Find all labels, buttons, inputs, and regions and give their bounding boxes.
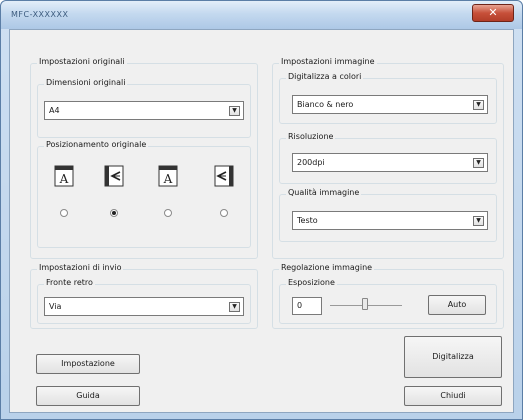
placement-radio-2[interactable] — [110, 209, 118, 217]
duplex-select[interactable]: Via ▼ — [44, 297, 244, 316]
dialog-body: Impostazioni originali Dimensioni origin… — [9, 29, 514, 413]
chevron-down-icon[interactable]: ▼ — [229, 106, 240, 116]
image-adjust-group: Regolazione immagine Esposizione 0 Auto — [272, 263, 504, 329]
quality-label: Qualità immagine — [286, 188, 362, 197]
duplex-value: Via — [49, 302, 62, 311]
svg-text:A: A — [163, 172, 173, 186]
portrait-letter-a-icon: A — [54, 165, 74, 187]
exposure-input[interactable]: 0 — [292, 297, 322, 315]
color-mode-value: Bianco & nero — [297, 100, 354, 109]
placement-radio-1[interactable] — [60, 209, 68, 217]
original-size-select[interactable]: A4 ▼ — [44, 101, 244, 120]
send-settings-group: Impostazioni di invio Fronte retro Via ▼ — [30, 263, 258, 329]
quality-value: Testo — [297, 216, 318, 225]
resolution-select[interactable]: 200dpi ▼ — [292, 153, 488, 172]
resolution-label: Risoluzione — [286, 132, 336, 141]
image-adjust-label: Regolazione immagine — [279, 263, 375, 272]
scan-button[interactable]: Digitalizza — [404, 336, 502, 378]
window-title: MFC-XXXXXX — [11, 10, 69, 19]
placement-radio-4[interactable] — [220, 209, 228, 217]
original-settings-label: Impostazioni originali — [37, 57, 127, 66]
original-placement-group: Posizionamento originale A A — [37, 140, 251, 248]
duplex-label: Fronte retro — [44, 278, 95, 287]
exposure-value: 0 — [297, 301, 303, 310]
dialog-window: MFC-XXXXXX ✕ Impostazioni originali Dime… — [0, 0, 523, 420]
original-size-label: Dimensioni originali — [44, 78, 128, 87]
close-button[interactable]: Chiudi — [404, 386, 502, 406]
auto-button[interactable]: Auto — [428, 295, 486, 315]
quality-group: Qualità immagine Testo ▼ — [279, 188, 497, 242]
exposure-label: Esposizione — [286, 278, 337, 287]
chevron-down-icon[interactable]: ▼ — [473, 158, 484, 168]
close-window-button[interactable]: ✕ — [472, 4, 514, 22]
settings-button[interactable]: Impostazione — [36, 354, 140, 374]
title-bar[interactable]: MFC-XXXXXX ✕ — [1, 1, 522, 29]
duplex-group: Fronte retro Via ▼ — [37, 278, 251, 324]
landscape-left-icon — [104, 165, 124, 187]
chevron-down-icon[interactable]: ▼ — [473, 100, 484, 110]
color-mode-group: Digitalizza a colori Bianco & nero ▼ — [279, 72, 497, 124]
color-mode-label: Digitalizza a colori — [286, 72, 364, 81]
image-settings-label: Impostazioni immagine — [279, 57, 377, 66]
resolution-value: 200dpi — [297, 158, 325, 167]
original-size-value: A4 — [49, 106, 60, 115]
color-mode-select[interactable]: Bianco & nero ▼ — [292, 95, 488, 114]
placement-radio-3[interactable] — [164, 209, 172, 217]
landscape-right-icon — [214, 165, 234, 187]
chevron-down-icon[interactable]: ▼ — [473, 216, 484, 226]
send-settings-label: Impostazioni di invio — [37, 263, 124, 272]
svg-text:A: A — [59, 172, 69, 186]
original-size-group: Dimensioni originali A4 ▼ — [37, 78, 251, 138]
exposure-slider-thumb[interactable] — [362, 298, 368, 310]
exposure-group: Esposizione 0 Auto — [279, 278, 497, 324]
portrait-letter-a-rotated-icon: A — [158, 165, 178, 187]
help-button[interactable]: Guida — [36, 386, 140, 406]
quality-select[interactable]: Testo ▼ — [292, 211, 488, 230]
original-placement-label: Posizionamento originale — [44, 140, 149, 149]
image-settings-group: Impostazioni immagine Digitalizza a colo… — [272, 57, 504, 259]
chevron-down-icon[interactable]: ▼ — [229, 302, 240, 312]
resolution-group: Risoluzione 200dpi ▼ — [279, 132, 497, 184]
original-settings-group: Impostazioni originali Dimensioni origin… — [30, 57, 258, 259]
